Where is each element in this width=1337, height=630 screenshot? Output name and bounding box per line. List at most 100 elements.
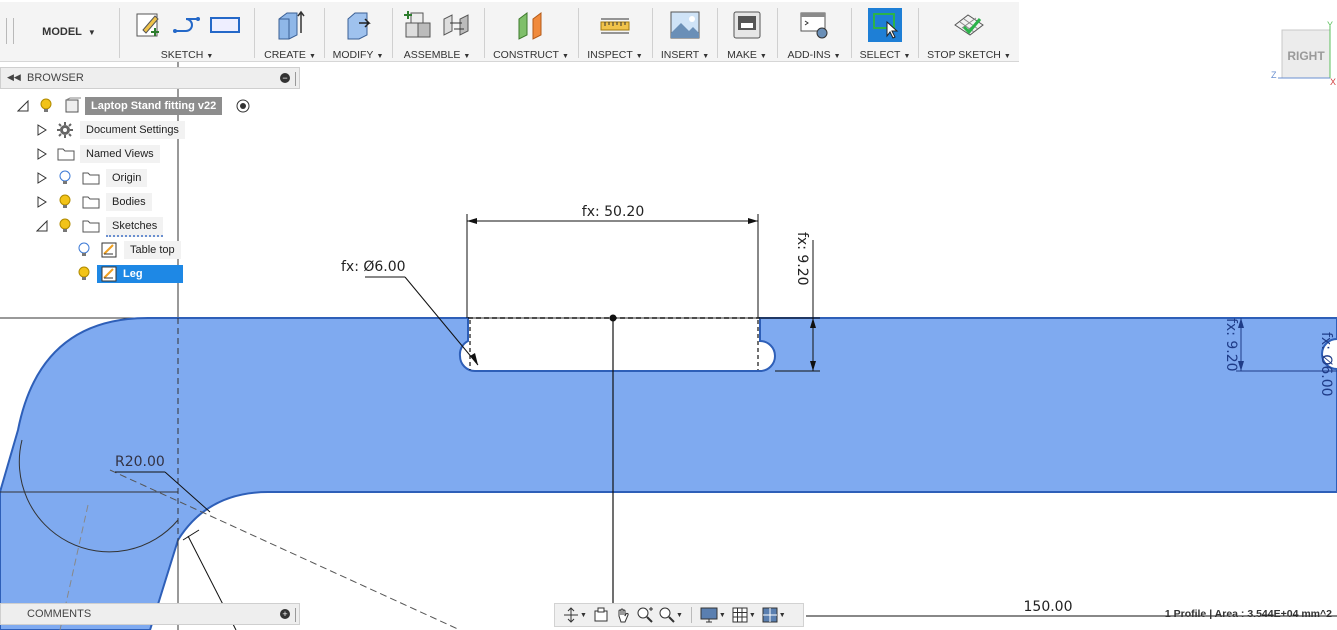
- browser-item-origin[interactable]: Origin: [0, 168, 300, 188]
- select-icon[interactable]: [868, 8, 902, 42]
- viewports-button[interactable]: ▼: [760, 605, 788, 625]
- browser-item-document-settings[interactable]: Document Settings: [0, 120, 300, 140]
- view-cube-face-label[interactable]: RIGHT: [1287, 49, 1325, 63]
- toolbar-group-assemble[interactable]: ASSEMBLE ▼: [394, 2, 480, 62]
- offset-plane-icon[interactable]: [514, 8, 548, 42]
- toolbar-divider: [119, 8, 120, 58]
- dim-radius-text[interactable]: R20.00: [115, 454, 165, 470]
- joint-icon[interactable]: [439, 8, 473, 42]
- lightbulb-off-icon[interactable]: [58, 170, 72, 186]
- monitor-icon: [700, 607, 718, 623]
- browser-sketch-leg[interactable]: Leg: [0, 264, 300, 284]
- toolbar-divider: [717, 8, 718, 58]
- view-cube[interactable]: RIGHT Y Z X: [1268, 18, 1337, 88]
- browser-root-row[interactable]: Laptop Stand fitting v22: [0, 96, 300, 116]
- browser-item-label: Sketches: [106, 217, 164, 237]
- browser-item-named-views[interactable]: Named Views: [0, 144, 300, 164]
- chevron-down-icon: ▼: [702, 53, 710, 60]
- document-icon: [65, 97, 81, 113]
- lightbulb-on-icon[interactable]: [58, 218, 72, 234]
- line-tool-icon[interactable]: [170, 8, 204, 42]
- fit-button[interactable]: ▼: [657, 605, 685, 625]
- toolbar-group-sketch[interactable]: SKETCH ▼: [122, 2, 252, 62]
- toolbar-group-add-ins[interactable]: ADD-INS ▼: [779, 2, 849, 62]
- toolbar-divider: [484, 8, 485, 58]
- 3d-print-icon[interactable]: [730, 8, 764, 42]
- dim-right-height-text[interactable]: fx: 9.20: [1223, 318, 1239, 372]
- rectangle-tool-icon[interactable]: [208, 8, 242, 42]
- expanded-triangle-icon[interactable]: [36, 220, 48, 232]
- orbit-icon: [564, 607, 578, 623]
- create-sketch-icon[interactable]: [132, 8, 166, 42]
- pan-button[interactable]: [613, 605, 633, 625]
- measure-icon[interactable]: [598, 8, 632, 42]
- dim-leader-lower-tick: [182, 529, 200, 541]
- sketch-icon: [101, 266, 117, 282]
- new-component-icon[interactable]: [401, 8, 435, 42]
- orbit-button[interactable]: ▼: [561, 605, 589, 625]
- dim-diameter-text[interactable]: fx: Ø6.00: [341, 259, 406, 275]
- toolbar-divider: [851, 8, 852, 58]
- dim-height-text[interactable]: fx: 9.20: [794, 232, 810, 286]
- chevron-down-icon: ▼: [1003, 53, 1011, 60]
- panel-grip[interactable]: [295, 608, 298, 622]
- comments-panel[interactable]: COMMENTS +: [0, 603, 300, 625]
- zoom-button[interactable]: [635, 605, 655, 625]
- collapsed-triangle-icon[interactable]: [36, 124, 48, 136]
- dim-width-text[interactable]: fx: 50.20: [582, 204, 644, 220]
- lightbulb-on-icon[interactable]: [77, 266, 91, 282]
- toolbar: MODEL ▼ SKETCH ▼ CREATE ▼ MODIFY ▼ ASSEM…: [0, 2, 1019, 62]
- extrude-icon[interactable]: [273, 8, 307, 42]
- view-cube-axis-y: Y: [1327, 20, 1333, 30]
- lightbulb-off-icon[interactable]: [77, 242, 91, 258]
- browser-item-sketches[interactable]: Sketches: [0, 216, 300, 237]
- workspace-switcher[interactable]: MODEL ▼: [20, 2, 118, 62]
- chevron-down-icon: ▼: [903, 53, 911, 60]
- scripts-icon[interactable]: [797, 8, 831, 42]
- collapse-arrows-icon[interactable]: ◀◀: [7, 72, 21, 83]
- browser-panel-header[interactable]: ◀◀ BROWSER −: [0, 67, 300, 89]
- display-settings-button[interactable]: ▼: [698, 605, 728, 625]
- lightbulb-on-icon[interactable]: [58, 194, 72, 210]
- toolbar-group-construct[interactable]: CONSTRUCT ▼: [488, 2, 574, 62]
- sketch-canvas[interactable]: fx: 50.20 fx: 9.20 fx: Ø6.00 R20.00 fx: …: [0, 0, 1337, 630]
- nav-divider: [690, 607, 692, 623]
- toolbar-group-insert[interactable]: INSERT ▼: [654, 2, 716, 62]
- grid-icon: [732, 607, 748, 623]
- toolbar-grip[interactable]: [6, 18, 14, 44]
- look-at-button[interactable]: [591, 605, 611, 625]
- press-pull-icon[interactable]: [341, 8, 375, 42]
- lightbulb-on-icon[interactable]: [39, 98, 53, 114]
- toolbar-group-stop-sketch[interactable]: STOP SKETCH ▼: [920, 2, 1018, 62]
- panel-grip[interactable]: [295, 72, 298, 86]
- browser-sketch-table-top[interactable]: Table top: [0, 240, 300, 260]
- folder-icon: [82, 172, 100, 185]
- toolbar-group-select[interactable]: SELECT ▼: [853, 2, 917, 62]
- collapsed-triangle-icon[interactable]: [36, 196, 48, 208]
- gear-icon: [57, 122, 73, 138]
- browser-item-bodies[interactable]: Bodies: [0, 192, 300, 212]
- browser-item-label: Document Settings: [80, 121, 185, 139]
- dim-right-diameter-text[interactable]: fx: Ø6.00: [1318, 332, 1334, 397]
- view-cube-axis-x: X: [1330, 77, 1336, 87]
- toolbar-group-make[interactable]: MAKE ▼: [719, 2, 775, 62]
- folder-icon: [57, 148, 75, 161]
- toolbar-group-inspect[interactable]: INSPECT ▼: [582, 2, 648, 62]
- toolbar-group-create[interactable]: CREATE ▼: [258, 2, 322, 62]
- toolbar-group-modify[interactable]: MODIFY ▼: [326, 2, 390, 62]
- radio-active-icon[interactable]: [236, 99, 250, 113]
- expanded-triangle-icon[interactable]: [17, 100, 29, 112]
- status-text: 1 Profile | Area : 3.544E+04 mm^2: [1164, 608, 1332, 620]
- collapsed-triangle-icon[interactable]: [36, 172, 48, 184]
- minus-icon[interactable]: −: [280, 73, 290, 83]
- dim-length-text[interactable]: 150.00: [1024, 599, 1073, 615]
- sketch-profile[interactable]: [0, 317, 1337, 630]
- grid-settings-button[interactable]: ▼: [730, 605, 758, 625]
- stop-sketch-icon[interactable]: [952, 8, 986, 42]
- toolbar-divider: [652, 8, 653, 58]
- plus-icon[interactable]: +: [280, 609, 290, 619]
- slot-center-point: [609, 314, 617, 322]
- insert-image-icon[interactable]: [668, 8, 702, 42]
- workspace-label: MODEL: [42, 26, 82, 38]
- collapsed-triangle-icon[interactable]: [36, 148, 48, 160]
